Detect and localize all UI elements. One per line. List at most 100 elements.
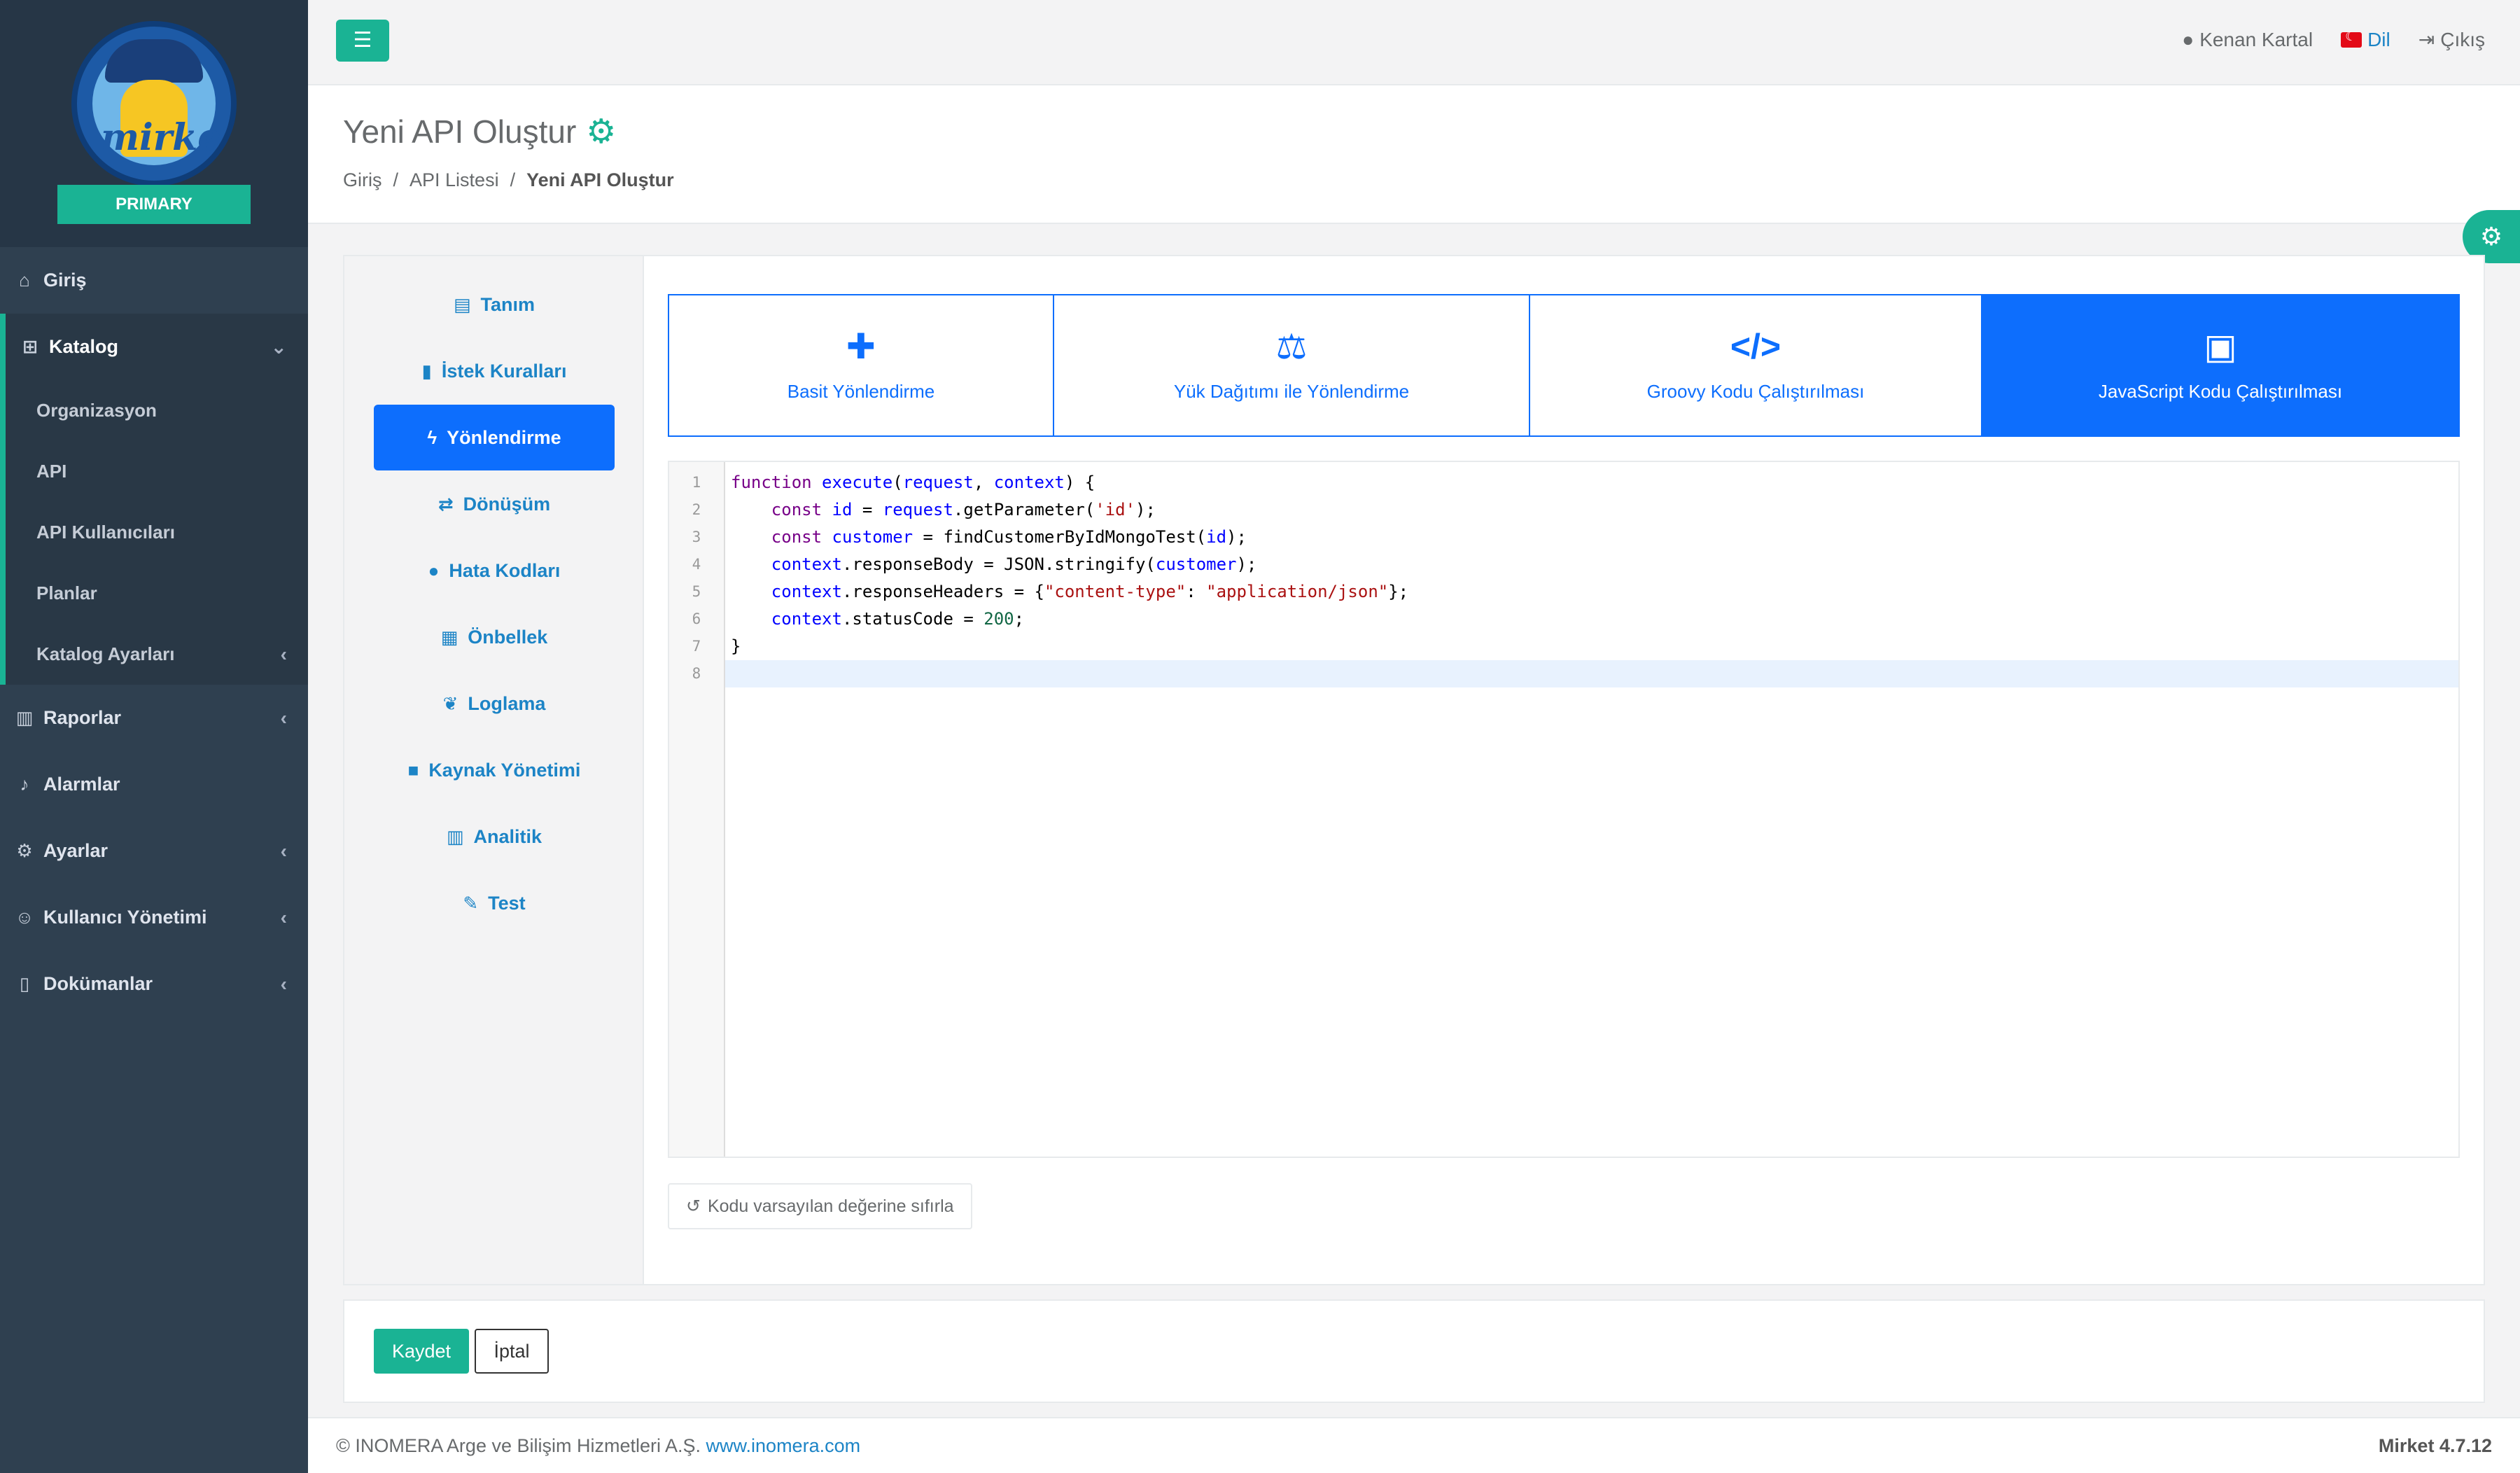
topbar: ☰ ● Kenan Kartal Dil ⇥ Çıkış	[308, 0, 2520, 85]
editor-gutter: 1 2 3 4 5 6 7 8	[669, 462, 725, 1157]
mirket-logo[interactable]: mirket	[71, 21, 237, 186]
cancel-button[interactable]: İptal	[475, 1329, 549, 1374]
code-line: context.responseBody = JSON.stringify(cu…	[771, 554, 1257, 574]
leaf-icon: ❦	[442, 692, 458, 714]
tab-basit-yonlendirme[interactable]: ✚ Basit Yönlendirme	[668, 294, 1054, 437]
katalog-submenu: Organizasyon API API Kullanıcıları Planl…	[0, 380, 308, 685]
id-card-icon: ▤	[453, 293, 471, 315]
save-button[interactable]: Kaydet	[374, 1329, 469, 1374]
sidebar-item-api-kullanicilari[interactable]: API Kullanıcıları	[6, 502, 308, 563]
code-area[interactable]: function execute(request, context) { con…	[725, 462, 2458, 1157]
code-line-active	[725, 660, 2458, 687]
line-number: 4	[692, 556, 701, 573]
sidebar-item-label: Katalog Ayarları	[36, 643, 175, 664]
sidebar-item-label: Alarmlar	[43, 774, 120, 795]
breadcrumb-giris[interactable]: Giriş	[343, 169, 382, 191]
reset-code-button[interactable]: ↺ Kodu varsayılan değerine sıfırla	[668, 1183, 972, 1229]
line-number: 1	[692, 474, 701, 491]
section-kaynak-yonetimi[interactable]: ■ Kaynak Yönetimi	[374, 737, 615, 803]
code-editor[interactable]: 1 2 3 4 5 6 7 8 function execute(request…	[668, 461, 2460, 1158]
breadcrumb: Giriş / API Listesi / Yeni API Oluştur	[343, 169, 674, 191]
tab-label: Groovy Kodu Çalıştırılması	[1646, 380, 1865, 402]
sign-out-icon: ⇥	[2418, 29, 2435, 50]
sidebar-item-api[interactable]: API	[6, 441, 308, 502]
logo-text: mirket	[101, 116, 237, 159]
laptop-code-icon: ▣	[2204, 326, 2237, 366]
menu-toggle-button[interactable]: ☰	[336, 20, 389, 62]
language-menu[interactable]: Dil	[2341, 28, 2390, 51]
app-version: Mirket 4.7.12	[2378, 1435, 2492, 1456]
section-analitik[interactable]: ▥ Analitik	[374, 804, 615, 870]
section-test[interactable]: ✎ Test	[374, 870, 615, 936]
logout-link[interactable]: ⇥ Çıkış	[2418, 28, 2485, 51]
code-line: context.responseHeaders = {"content-type…	[771, 582, 1409, 601]
section-label: Analitik	[473, 825, 542, 847]
tab-groovy-kodu[interactable]: </> Groovy Kodu Çalıştırılması	[1530, 294, 1982, 437]
section-hata-kodlari[interactable]: ● Hata Kodları	[374, 538, 615, 603]
code-line: const customer = findCustomerByIdMongoTe…	[771, 527, 1247, 547]
section-loglama[interactable]: ❦ Loglama	[374, 671, 615, 736]
line-number: 5	[692, 583, 701, 600]
exchange-icon: ⇄	[438, 493, 454, 515]
bell-icon: ♪	[20, 774, 29, 795]
section-label: Hata Kodları	[449, 559, 561, 581]
company-link[interactable]: www.inomera.com	[706, 1435, 861, 1456]
code-line: context.statusCode = 200;	[771, 609, 1025, 629]
form-actions: Kaydet İptal	[343, 1299, 2485, 1403]
gears-icon: ⚙	[586, 113, 617, 151]
code-line: const id = request.getParameter('id');	[771, 500, 1156, 519]
logout-label: Çıkış	[2440, 28, 2485, 50]
sidebar-item-organizasyon[interactable]: Organizasyon	[6, 380, 308, 441]
sidebar-item-raporlar[interactable]: ▥ Raporlar ‹	[0, 685, 308, 751]
sidebar-item-label: Kullanıcı Yönetimi	[43, 907, 207, 928]
code-line: function execute(request, context) {	[731, 473, 1096, 492]
breadcrumb-separator: /	[393, 169, 399, 190]
section-label: Loglama	[468, 692, 546, 714]
puzzle-icon: ✚	[846, 326, 876, 366]
section-donusum[interactable]: ⇄ Dönüşüm	[374, 471, 615, 537]
home-icon: ⌂	[19, 270, 30, 291]
section-istek-kurallari[interactable]: ▮ İstek Kuralları	[374, 338, 615, 404]
sitemap-icon: ⊞	[22, 336, 38, 357]
logo-area: mirket PRIMARY	[0, 0, 308, 247]
breadcrumb-current: Yeni API Oluştur	[526, 169, 674, 190]
tab-yuk-dagitimi[interactable]: ⚖ Yük Dağıtımı ile Yönlendirme	[1054, 294, 1530, 437]
api-wizard-panel: ▤ Tanım ▮ İstek Kuralları ϟ Yönlendirme …	[343, 255, 2485, 1285]
lock-icon: ■	[407, 759, 419, 781]
sidebar-item-giris[interactable]: ⌂ Giriş	[0, 247, 308, 314]
bolt-icon: ϟ	[427, 426, 438, 448]
sidebar-item-planlar[interactable]: Planlar	[6, 563, 308, 624]
sidebar-item-katalog-ayarlari[interactable]: Katalog Ayarları ‹	[6, 624, 308, 685]
sidebar-item-label: Dokümanlar	[43, 973, 153, 994]
user-menu[interactable]: ● Kenan Kartal	[2182, 28, 2313, 51]
sidebar-item-ayarlar[interactable]: ⚙ Ayarlar ‹	[0, 818, 308, 884]
routing-type-tabs: ✚ Basit Yönlendirme ⚖ Yük Dağıtımı ile Y…	[668, 294, 2460, 437]
footer: © INOMERA Arge ve Bilişim Hizmetleri A.Ş…	[308, 1417, 2520, 1473]
section-yonlendirme[interactable]: ϟ Yönlendirme	[374, 405, 615, 470]
sidebar-item-katalog[interactable]: ⊞ Katalog ⌄	[0, 314, 308, 380]
balance-scale-icon: ⚖	[1275, 326, 1308, 366]
section-onbellek[interactable]: ▦ Önbellek	[374, 604, 615, 670]
sidebar-item-alarmlar[interactable]: ♪ Alarmlar	[0, 751, 308, 818]
pencil-icon: ✎	[463, 892, 479, 914]
chevron-left-icon: ‹	[280, 972, 287, 995]
logo-ribbon: PRIMARY	[42, 185, 266, 230]
section-tanim[interactable]: ▤ Tanım	[374, 272, 615, 337]
chevron-left-icon: ‹	[280, 643, 287, 665]
chevron-left-icon: ‹	[280, 839, 287, 862]
tab-label: Yük Dağıtımı ile Yönlendirme	[1173, 380, 1410, 402]
sidebar-item-dokumanlar[interactable]: ▯ Dokümanlar ‹	[0, 951, 308, 1017]
copyright-text: © INOMERA Arge ve Bilişim Hizmetleri A.Ş…	[336, 1435, 701, 1456]
section-label: Tanım	[480, 293, 536, 315]
chevron-left-icon: ‹	[280, 706, 287, 729]
section-label: Yönlendirme	[447, 426, 561, 448]
user-icon: ●	[2182, 28, 2194, 50]
logo-hat	[105, 39, 203, 83]
breadcrumb-api-listesi[interactable]: API Listesi	[410, 169, 499, 191]
hamburger-icon: ☰	[353, 29, 372, 52]
chevron-down-icon: ⌄	[270, 336, 287, 358]
section-label: Test	[488, 892, 526, 914]
tab-javascript-kodu[interactable]: ▣ JavaScript Kodu Çalıştırılması	[1982, 294, 2460, 437]
sidebar-item-kullanici-yonetimi[interactable]: ☺ Kullanıcı Yönetimi ‹	[0, 884, 308, 951]
app-root: mirket PRIMARY ⌂ Giriş ⊞ Katalog ⌄ Organ…	[0, 0, 2520, 1473]
